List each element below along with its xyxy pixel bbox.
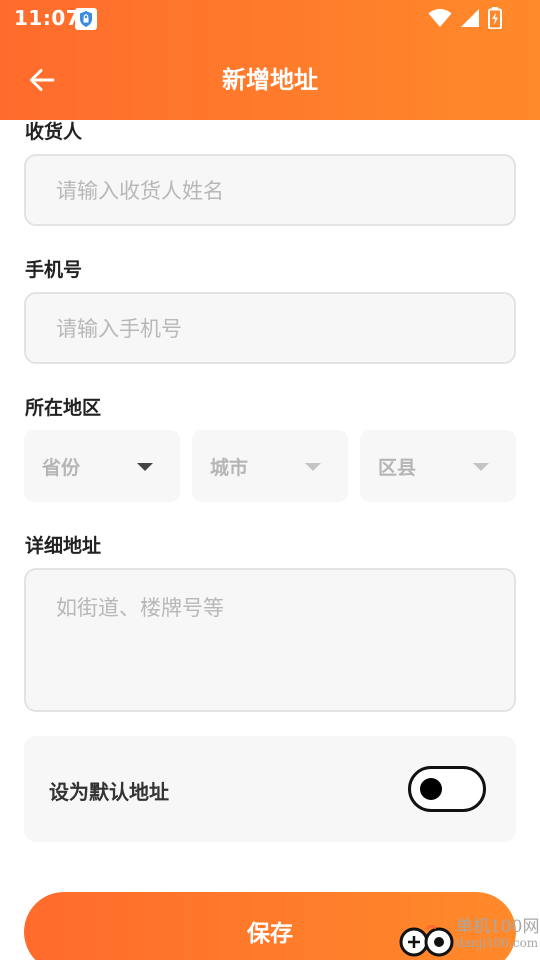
detail-address-textarea[interactable]: 如街道、楼牌号等 <box>24 568 516 712</box>
receiver-name-input[interactable]: 请输入收货人姓名 <box>24 154 516 226</box>
app-bar: 11:07 新增地址 <box>0 0 540 120</box>
caret-down-icon <box>137 463 153 471</box>
city-select[interactable]: 城市 <box>192 430 348 502</box>
city-placeholder: 城市 <box>210 456 249 479</box>
caret-down-icon <box>473 463 489 471</box>
shield-notification-icon <box>75 8 97 30</box>
phone-placeholder: 请输入手机号 <box>56 317 182 341</box>
default-address-label: 设为默认地址 <box>49 780 169 804</box>
phone-input[interactable]: 请输入手机号 <box>24 292 516 364</box>
province-placeholder: 省份 <box>42 456 81 479</box>
battery-charging-icon <box>488 7 502 29</box>
phone-label: 手机号 <box>25 259 83 281</box>
default-address-row: 设为默认地址 <box>24 736 516 842</box>
toggle-knob <box>420 778 442 800</box>
receiver-name-placeholder: 请输入收货人姓名 <box>56 179 224 203</box>
status-icons <box>428 7 502 29</box>
watermark: 单机100网 danji100.com <box>392 912 540 960</box>
watermark-text: 单机100网 <box>456 917 540 937</box>
district-placeholder: 区县 <box>378 456 417 479</box>
detail-address-placeholder: 如街道、楼牌号等 <box>56 596 224 620</box>
region-label: 所在地区 <box>25 397 102 419</box>
status-time: 11:07 <box>14 6 81 30</box>
watermark-url: danji100.com <box>456 936 539 950</box>
caret-down-icon <box>305 463 321 471</box>
district-select[interactable]: 区县 <box>360 430 516 502</box>
signal-icon <box>461 9 479 27</box>
default-address-toggle[interactable] <box>408 766 486 812</box>
address-form: 收货人 请输入收货人姓名 手机号 请输入手机号 所在地区 省份 城市 区县 详细… <box>0 120 540 960</box>
status-bar: 11:07 <box>0 0 540 36</box>
watermark-logo-icon <box>399 924 454 957</box>
province-select[interactable]: 省份 <box>24 430 180 502</box>
wifi-icon <box>428 9 452 27</box>
receiver-label: 收货人 <box>25 121 83 143</box>
page-title: 新增地址 <box>222 66 318 94</box>
detail-address-label: 详细地址 <box>25 535 102 557</box>
save-button-label: 保存 <box>247 921 293 947</box>
